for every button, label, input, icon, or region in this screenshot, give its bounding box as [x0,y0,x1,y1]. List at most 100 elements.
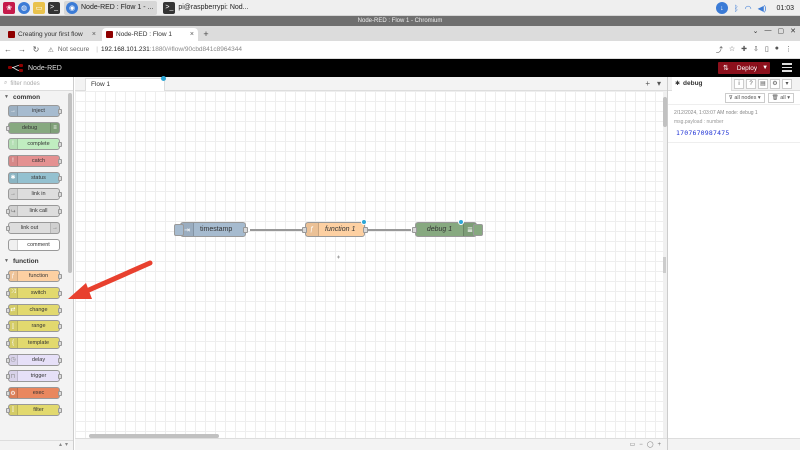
palette-node-range[interactable]: ⟦ range [6,320,62,333]
collapse-all-icon[interactable]: ▴ [59,441,62,450]
function-icon: ƒ [306,223,319,236]
settings-icon[interactable]: ⚙ [770,78,780,89]
flow-canvas[interactable]: ⇥ timestamp ƒ function 1 debug 1 ≣ [75,91,663,438]
cog-icon: ⚙ [9,388,18,398]
output-port[interactable] [363,227,368,233]
taskbar-app-chromium[interactable]: ◉ Node-RED : Flow 1 - ... [64,0,158,15]
output-port [58,374,62,380]
palette-node-exec[interactable]: ⚙ exec [6,387,62,399]
palette-node-debug[interactable]: debug ≡ [6,121,60,134]
palette-node-inject[interactable]: → inject [8,105,62,117]
palette-node-trigger[interactable]: ⊓ trigger [6,370,62,383]
config-nodes-icon[interactable]: ▤ [758,78,768,89]
palette-node-complete[interactable]: ! complete [8,138,62,151]
add-flow-icon[interactable]: + [645,79,650,88]
debug-toggle-button[interactable] [473,224,483,236]
sidebar-resize-handle[interactable] [663,257,666,273]
debug-clear-select[interactable]: 🗑 all ▾ [767,92,794,103]
help-icon[interactable]: ? [746,78,756,89]
zoom-reset-icon[interactable]: ◯ [647,441,654,448]
sidepanel-icon[interactable]: ▯ [765,45,769,55]
deploy-options-caret-icon[interactable]: ▼ [757,65,768,71]
bluetooth-icon[interactable]: ᛒ [734,4,739,13]
new-tab-button[interactable]: + [200,28,212,41]
address-bar: ← → ↻ ⚠ Not secure | 192.168.101.231 :18… [0,41,800,59]
output-port [58,407,62,413]
forward-icon[interactable]: → [16,45,28,54]
more-icon[interactable]: ⋮ [785,45,792,55]
palette-node-label: switch [30,289,47,296]
expand-all-icon[interactable]: ▾ [65,441,68,450]
output-port [58,142,62,148]
share-icon[interactable]: ⤴ [716,45,723,55]
reload-icon[interactable]: ↻ [30,45,42,54]
palette-node-comment[interactable]: comment [8,238,60,251]
browser-tab[interactable]: Creating your first flow × [4,28,100,41]
palette-node-status[interactable]: ✱ status [8,171,62,184]
flow-list-icon[interactable]: ▾ [657,79,661,88]
system-tray: ↓ ᛒ ◠ ◀) 01:03 [713,0,794,16]
browser-tab-active[interactable]: Node-RED : Flow 1 × [102,28,198,41]
palette-scrollbar[interactable] [68,93,72,273]
extensions-icon[interactable]: ✚ [741,45,747,55]
volume-icon[interactable]: ◀) [758,4,767,13]
input-port[interactable] [412,227,417,233]
zoom-out-icon[interactable]: − [639,442,643,448]
tab-search-icon[interactable]: ⌄ [753,27,759,35]
input-port [6,374,10,380]
minimize-icon[interactable]: — [765,27,772,35]
input-port[interactable] [302,227,307,233]
palette-node-label: comment [27,241,50,248]
palette-node-delay[interactable]: ◷ delay [6,353,62,366]
comment-icon [9,239,18,250]
taskbar-app-terminal[interactable]: >_ pi@raspberrypi: Nod... [161,1,252,15]
output-port[interactable] [243,227,248,233]
palette-node-change[interactable]: ⇄ change [6,303,62,316]
palette-node-link-in[interactable]: → link in [8,188,62,201]
palette-node-catch[interactable]: ! catch [8,155,62,168]
wifi-icon[interactable]: ◠ [745,4,752,13]
back-icon[interactable]: ← [2,45,14,54]
palette-node-template[interactable]: {template [6,336,62,349]
palette-node-function[interactable]: ƒ function [6,270,62,283]
workspace-footer: ▭ − ◯ + [75,438,667,450]
terminal-icon[interactable]: >_ [48,1,60,14]
raspberry-menu-icon[interactable]: ❀ [3,1,15,14]
flow-node-timestamp[interactable]: ⇥ timestamp [174,222,248,237]
debug-message[interactable]: 2/12/2024, 1:03:07 AM node: debug 1 msg.… [668,105,800,143]
close-icon[interactable]: × [92,31,96,38]
flow-node-debug-1[interactable]: debug 1 ≣ [412,219,483,237]
file-manager-icon[interactable]: ▭ [33,1,45,14]
palette-node-link-call[interactable]: ↪ link call [6,205,62,218]
update-icon[interactable]: ↓ [715,2,728,14]
tab-debug[interactable]: ✱ debug [672,76,732,91]
profile-icon[interactable]: ● [775,45,779,55]
main-menu-icon[interactable] [782,63,792,73]
bookmark-icon[interactable]: ☆ [729,45,735,55]
palette-node-switch[interactable]: ⤨ switch [6,286,62,299]
navigator-icon[interactable]: ▭ [630,441,636,448]
deploy-button[interactable]: ⇅ Deploy ▼ [718,62,770,74]
sidebar-menu-icon[interactable]: ▾ [782,78,792,89]
deploy-label: Deploy [736,64,758,72]
palette-filter-input[interactable]: ⌕ filter nodes [0,77,73,91]
zoom-in-icon[interactable]: + [657,442,661,448]
inject-trigger-button[interactable] [174,224,184,236]
palette-category-common[interactable]: ▼ common [0,91,73,103]
palette-node-link-out[interactable]: link out → [6,221,60,234]
web-browser-icon[interactable]: ◍ [18,1,30,14]
info-icon[interactable]: i [734,78,744,89]
close-icon[interactable]: ✕ [790,27,796,35]
tab-flow-1[interactable]: Flow 1 [85,76,166,91]
palette-node-filter[interactable]: ⟦ filter [6,403,62,416]
close-icon[interactable]: × [190,31,194,38]
category-label: common [12,93,41,101]
filter-placeholder: filter nodes [10,80,40,87]
debug-filter-select[interactable]: ⊽ all nodes ▾ [724,92,765,103]
flow-node-label: function 1 [325,226,356,233]
downloads-icon[interactable]: ⇩ [753,45,759,55]
url-field[interactable]: ⚠ Not secure | 192.168.101.231 :1880/#fl… [48,43,716,56]
flow-node-function-1[interactable]: ƒ function 1 [302,219,368,237]
warning-icon[interactable]: ⚠ [48,46,54,54]
maximize-icon[interactable]: ▢ [778,27,785,35]
